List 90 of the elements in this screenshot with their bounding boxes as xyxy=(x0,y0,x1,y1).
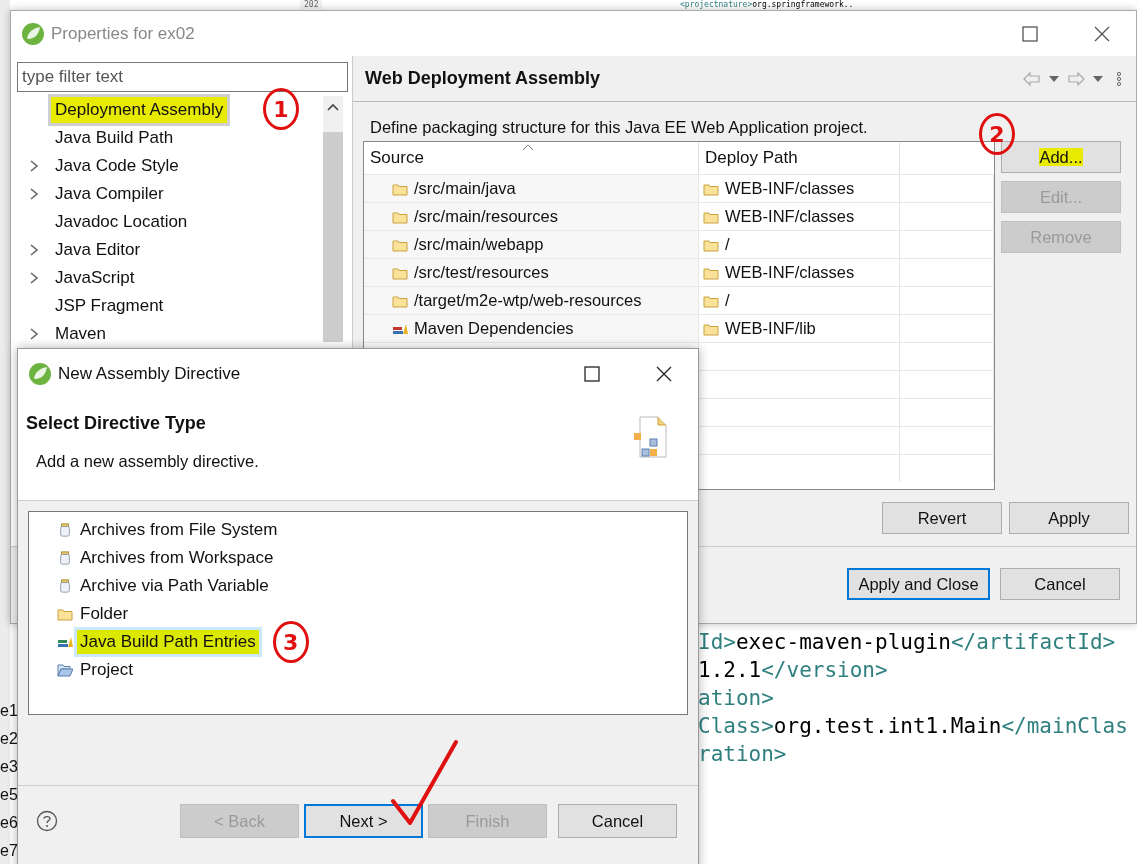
code-line: ation> xyxy=(698,685,775,712)
table-cell: /target/m2e-wtp/web-resources xyxy=(364,287,699,314)
chevron-right-icon[interactable] xyxy=(29,159,39,173)
code-line: ration> xyxy=(698,741,788,768)
sort-icon xyxy=(522,144,534,151)
folder-icon xyxy=(57,607,73,621)
annotation-mark: 3 xyxy=(272,621,309,663)
code-line: Class>org.test.int1.Main</mainClas xyxy=(698,713,1128,740)
leaf-logo-icon xyxy=(21,21,45,46)
scrollbar[interactable] xyxy=(323,96,343,342)
tree-item[interactable]: Javadoc Location xyxy=(17,208,192,236)
folder-icon xyxy=(392,265,408,280)
page-description: Define packaging structure for this Java EE Web Application project. xyxy=(370,118,868,137)
folder-icon xyxy=(392,237,408,252)
table-cell: WEB-INF/classes xyxy=(699,203,900,230)
table-cell: /src/main/java xyxy=(364,175,699,202)
side-button[interactable]: Add... xyxy=(1001,141,1121,173)
folder-icon xyxy=(392,181,408,196)
list-item[interactable]: Project xyxy=(77,658,136,682)
dialog-button[interactable]: Apply and Close xyxy=(847,568,990,600)
table-cell: /src/test/resources xyxy=(364,259,699,286)
window-title: New Assembly Directive xyxy=(58,364,241,384)
help-icon[interactable] xyxy=(36,810,58,832)
close-icon[interactable] xyxy=(654,364,674,384)
tree-item[interactable]: Java Build Path xyxy=(17,124,178,152)
chevron-right-icon[interactable] xyxy=(29,271,39,285)
folder-icon xyxy=(703,321,719,336)
filter-field[interactable]: type filter text xyxy=(17,62,348,92)
annotation-mark: 1 xyxy=(263,88,299,130)
jar-icon xyxy=(57,523,73,537)
tree-item[interactable]: Maven xyxy=(17,320,111,348)
table-cell: /src/main/resources xyxy=(364,203,699,230)
wizard-heading: Select Directive Type xyxy=(26,413,207,434)
tree-item[interactable]: Java Code Style xyxy=(17,152,183,180)
code-fragment: e3 xyxy=(0,757,17,777)
list-item[interactable]: Archive via Path Variable xyxy=(77,574,272,598)
page-title: Web Deployment Assembly xyxy=(365,68,601,89)
code-fragment: e6 xyxy=(0,813,17,833)
page-button[interactable]: Apply xyxy=(1009,502,1129,534)
tree-item[interactable]: JSP Fragment xyxy=(17,292,168,320)
window-title: Properties for ex02 xyxy=(51,23,195,44)
wizard-description: Add a new assembly directive. xyxy=(36,452,260,471)
list-item[interactable]: Folder xyxy=(77,602,132,626)
folder-icon xyxy=(703,181,719,196)
code-fragment: e7 xyxy=(0,841,17,861)
tree-item[interactable]: JavaScript xyxy=(17,264,139,292)
table-cell: Maven Dependencies xyxy=(364,315,699,342)
chevron-right-icon[interactable] xyxy=(29,327,39,341)
table-cell: WEB-INF/lib xyxy=(699,315,900,342)
column-header[interactable]: Source xyxy=(364,142,699,174)
table-cell: /src/main/webapp xyxy=(364,231,699,258)
code-fragment: e1 xyxy=(0,701,17,721)
list-item[interactable]: Archives from Workspace xyxy=(77,546,277,570)
folder-icon xyxy=(703,237,719,252)
code-line: Id>exec-maven-plugin</artifactId> xyxy=(698,629,1117,656)
tree-item[interactable]: Java Compiler xyxy=(17,180,168,208)
maximize-icon[interactable] xyxy=(1020,23,1040,44)
chevron-right-icon[interactable] xyxy=(29,243,39,257)
maximize-icon[interactable] xyxy=(582,364,602,384)
wizard-button[interactable]: Next > xyxy=(304,804,423,838)
folder-icon xyxy=(392,209,408,224)
dialog-button[interactable]: Cancel xyxy=(1000,568,1120,600)
open-folder-icon xyxy=(57,663,73,677)
table-cell: WEB-INF/classes xyxy=(699,259,900,286)
code-fragment: e2 xyxy=(0,729,17,749)
column-header[interactable]: Deploy Path xyxy=(699,142,900,174)
table-cell: / xyxy=(699,287,900,314)
jar-icon xyxy=(57,579,73,593)
list-item[interactable]: Archives from File System xyxy=(77,518,281,542)
jar-icon xyxy=(57,551,73,565)
folder-icon xyxy=(703,265,719,280)
folder-icon xyxy=(392,293,408,308)
leaf-logo-icon xyxy=(28,362,52,386)
chevron-right-icon[interactable] xyxy=(29,187,39,201)
folder-icon xyxy=(703,209,719,224)
code-line: <projectnature>org.springframework.. xyxy=(680,0,854,9)
line-number: 202 xyxy=(300,0,323,9)
folder-icon xyxy=(703,293,719,308)
table-cell: WEB-INF/classes xyxy=(699,175,900,202)
more-menu-icon[interactable] xyxy=(1116,70,1122,87)
tree-item[interactable]: Java Editor xyxy=(17,236,145,264)
dropdown-icon[interactable] xyxy=(1048,74,1060,83)
scroll-up-icon[interactable] xyxy=(326,102,340,112)
wizard-button[interactable]: Cancel xyxy=(558,804,677,838)
dropdown-icon[interactable] xyxy=(1092,74,1104,83)
code-line: 1.2.1</version> xyxy=(698,657,889,684)
table-cell: / xyxy=(699,231,900,258)
code-fragment: e5 xyxy=(0,785,17,805)
page-button[interactable]: Revert xyxy=(882,502,1002,534)
list-item[interactable]: Java Build Path Entries xyxy=(77,630,259,654)
